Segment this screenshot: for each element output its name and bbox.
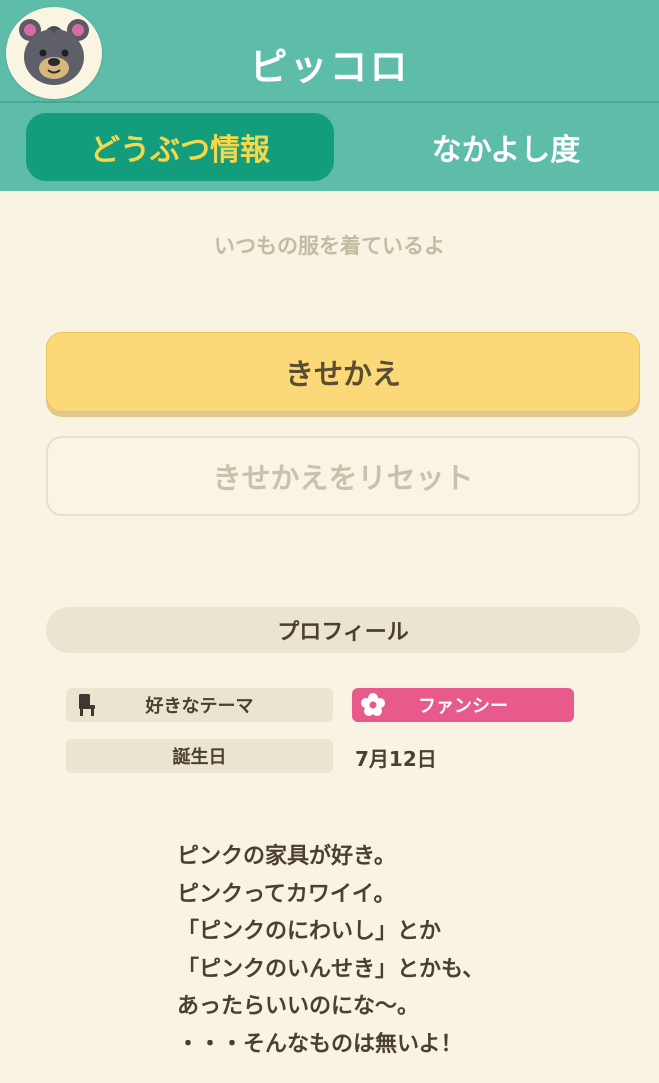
birthday-label: 誕生日 (66, 739, 333, 773)
quote-line: ピンクってカワイイ。 (177, 881, 396, 907)
reset-outfit-button[interactable]: きせかえをリセット (46, 436, 640, 516)
flower-icon (360, 692, 386, 723)
quote-line: ピンクの家具が好き。 (177, 844, 396, 869)
theme-value-text: ファンシー (418, 696, 508, 717)
theme-value-badge: ファンシー (352, 688, 574, 722)
header-bar: ピッコロ (0, 0, 659, 103)
quote-line: 「ピンクのにわいし」とか (177, 919, 442, 944)
tab-bar: どうぶつ情報 なかよし度 (0, 103, 659, 191)
theme-label-text: 好きなテーマ (145, 696, 254, 717)
birthday-value: 7月12日 (355, 747, 437, 771)
dress-up-button[interactable]: きせかえ (46, 332, 640, 412)
theme-label: 好きなテーマ (66, 688, 333, 722)
villager-name: ピッコロ (249, 45, 410, 89)
quote-line: 「ピンクのいんせき」とかも、 (177, 956, 485, 982)
tab-animal-info[interactable]: どうぶつ情報 (26, 113, 334, 181)
tab-friendship[interactable]: なかよし度 (352, 113, 659, 181)
quote-line: あったらいいのにな〜。 (177, 994, 420, 1019)
profile-heading: プロフィール (46, 607, 640, 653)
villager-quote: ピンクの家具が好き。 ピンクってカワイイ。 「ピンクのにわいし」とか 「ピンクの… (177, 838, 637, 1063)
outfit-status-text: いつもの服を着ているよ (214, 234, 445, 258)
chair-icon (76, 693, 98, 722)
quote-line: ・・・そんなものは無いよ！ (177, 1031, 463, 1057)
